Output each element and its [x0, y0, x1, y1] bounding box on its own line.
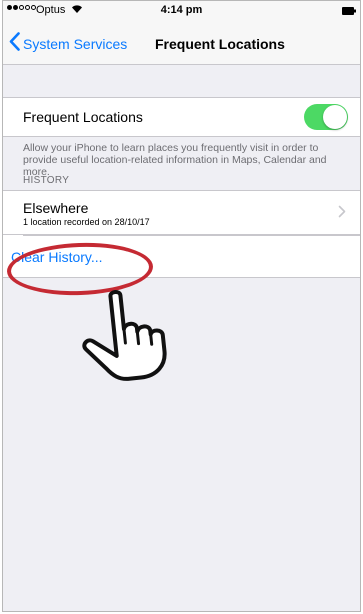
history-item-subtitle: 1 location recorded on 28/10/17 — [23, 217, 150, 227]
back-button-label: System Services — [23, 36, 128, 52]
phone-screen: Optus 4:14 pm System Services Frequent L… — [2, 0, 361, 612]
history-section-header: HISTORY — [23, 175, 70, 186]
status-bar: Optus 4:14 pm — [3, 1, 360, 21]
history-item-title: Elsewhere — [23, 200, 89, 216]
frequent-locations-row: Frequent Locations — [3, 97, 360, 137]
row-divider — [23, 235, 360, 236]
back-button[interactable]: System Services — [9, 32, 128, 56]
status-time: 4:14 pm — [160, 4, 203, 16]
frequent-locations-toggle[interactable] — [304, 104, 348, 130]
history-row-elsewhere[interactable]: Elsewhere 1 location recorded on 28/10/1… — [3, 190, 360, 235]
chevron-right-icon — [338, 205, 346, 223]
navigation-bar: System Services Frequent Locations — [3, 21, 360, 65]
battery-icon — [342, 6, 356, 18]
chevron-left-icon — [9, 32, 20, 56]
toggle-knob — [323, 105, 347, 129]
page-title: Frequent Locations — [155, 36, 285, 52]
pointing-hand-icon — [75, 289, 179, 388]
frequent-locations-label: Frequent Locations — [23, 109, 143, 125]
frequent-locations-description: Allow your iPhone to learn places you fr… — [23, 142, 327, 178]
